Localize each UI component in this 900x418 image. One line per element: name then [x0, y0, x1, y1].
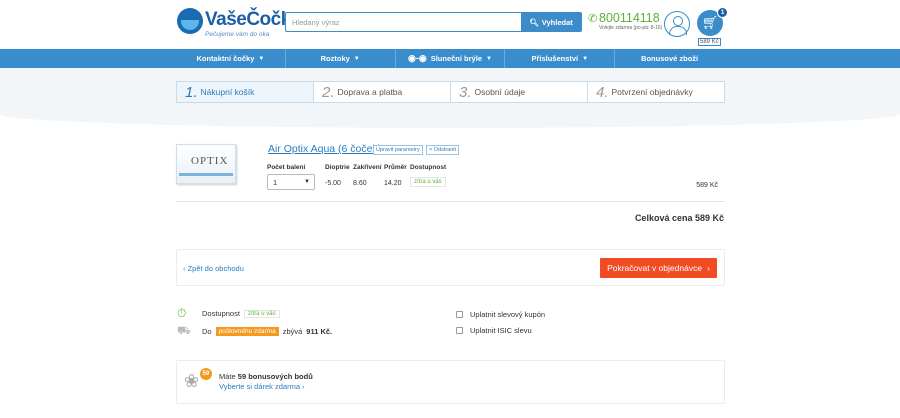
search-button-label: Vyhledat: [541, 17, 573, 27]
step-label: Doprava a platba: [337, 87, 403, 97]
step-label: Osobní údaje: [474, 87, 526, 97]
teddy-bear-icon: ❀: [184, 371, 200, 391]
availability-badge: zítra u vás: [410, 177, 446, 187]
zakriveni-label: Zakřivení: [353, 164, 382, 171]
zakriveni-value: 8.60: [353, 180, 367, 187]
free-shipping-badge: poštovného zdarma: [215, 327, 279, 336]
main-nav: Kontaktní čočky ▼ Roztoky ▼ ◉‑◉ Sluneční…: [0, 49, 900, 68]
shipping-amount: 911 Kč.: [306, 327, 333, 336]
cart-item: OPTIX Air Optix Aqua (6 čoček) Upravit p…: [176, 140, 725, 202]
availability-info-label: Dostupnost: [202, 309, 240, 318]
product-image-label: OPTIX: [191, 155, 229, 167]
product-image-stripe: [179, 173, 233, 176]
isic-checkbox[interactable]: [456, 327, 463, 334]
sunglasses-icon: ◉‑◉: [408, 53, 427, 63]
step-number: 3.: [459, 83, 472, 101]
nav-item-label: Příslušenství: [531, 54, 579, 63]
chevron-down-icon: ▼: [353, 55, 360, 62]
step-confirmation[interactable]: 4. Potvrzení objednávky: [588, 82, 724, 102]
step-personal-info[interactable]: 3. Osobní údaje: [451, 82, 588, 102]
coupon-option[interactable]: Uplatnit slevový kupón: [456, 310, 545, 319]
nav-item-solutions[interactable]: Roztoky ▼: [286, 49, 396, 68]
nav-item-bonus-goods[interactable]: Bonusové zboží: [615, 49, 724, 68]
availability-info-value: zítra u vás: [243, 309, 280, 318]
phone-icon: ✆: [588, 13, 598, 25]
nav-item-accessories[interactable]: Příslušenství ▼: [505, 49, 616, 68]
edit-parameters-button[interactable]: Upravit parametry: [373, 145, 423, 155]
cart-actions: ‹ Zpět do obchodu Pokračovat v objednávc…: [176, 249, 725, 286]
step-shipping-payment[interactable]: 2. Doprava a platba: [314, 82, 451, 102]
free-shipping-info: Do poštovného zdarma zbývá 911 Kč.: [202, 327, 332, 336]
site-logo[interactable]: VašeČočky Pečujeme vám do oka: [177, 8, 301, 42]
search-input[interactable]: [286, 13, 522, 31]
product-name-link[interactable]: Air Optix Aqua (6 čoček): [268, 143, 381, 155]
bonus-text-prefix: Máte: [219, 372, 236, 381]
quantity-label: Počet balení: [267, 164, 306, 171]
chevron-right-icon: ›: [707, 263, 710, 273]
shipping-suffix: zbývá: [282, 327, 303, 336]
search-button[interactable]: 🔍︎ Vyhledat: [521, 13, 581, 31]
availability-info: Dostupnost zítra u vás: [202, 309, 280, 318]
nav-item-label: Bonusové zboží: [641, 54, 699, 63]
truck-icon: ⛟︎: [177, 325, 191, 337]
nav-item-contact-lenses[interactable]: Kontaktní čočky ▼: [176, 49, 286, 68]
user-account-icon[interactable]: [664, 11, 690, 37]
back-to-shop-link[interactable]: ‹ Zpět do obchodu: [183, 264, 244, 273]
dioptrie-value: -5.00: [325, 180, 341, 187]
nav-item-sunglasses[interactable]: ◉‑◉ Sluneční brýle ▼: [396, 49, 506, 68]
continue-button-label: Pokračovat v objednávce: [607, 263, 703, 273]
item-price: 589 Kč: [696, 182, 718, 189]
chevron-down-icon: ▼: [304, 179, 310, 185]
prumer-label: Průměr: [384, 164, 407, 171]
coupon-label: Uplatnit slevový kupón: [470, 310, 546, 319]
step-label: Potvrzení objednávky: [611, 87, 693, 97]
remove-item-button[interactable]: × Odstranit: [426, 145, 460, 155]
step-number: 1.: [185, 83, 198, 101]
dostupnost-label: Dostupnost: [410, 164, 447, 171]
cart-count-badge: 1: [717, 7, 728, 18]
prumer-value: 14.20: [384, 180, 402, 187]
product-image[interactable]: OPTIX: [176, 144, 236, 184]
choose-gift-link[interactable]: Vyberte si dárek zdarma ›: [219, 382, 305, 391]
nav-item-label: Sluneční brýle: [430, 54, 482, 63]
continue-order-button[interactable]: Pokračovat v objednávce ›: [600, 258, 717, 278]
chevron-down-icon: ▼: [258, 55, 265, 62]
checkout-steps: 1. Nákupní košík 2. Doprava a platba 3. …: [176, 81, 725, 103]
search-box: 🔍︎ Vyhledat: [285, 12, 582, 32]
quantity-value: 1: [273, 177, 278, 187]
coupon-checkbox[interactable]: [456, 311, 463, 318]
logo-tagline: Pečujeme vám do oka: [205, 31, 270, 38]
shipping-prefix: Do: [202, 327, 212, 336]
site-header: VašeČočky Pečujeme vám do oka 🔍︎ Vyhleda…: [0, 0, 900, 49]
step-label: Nákupní košík: [200, 87, 255, 97]
bonus-text-bold: 59 bonusových bodů: [237, 372, 313, 381]
search-icon: 🔍︎: [529, 17, 539, 27]
nav-item-label: Kontaktní čočky: [196, 54, 255, 63]
step-number: 2.: [322, 83, 335, 101]
total-price: Celková cena 589 Kč: [634, 213, 724, 223]
phone-number: 800114118: [599, 11, 660, 25]
quantity-select[interactable]: 1 ▼: [267, 174, 315, 190]
bonus-text: Máte 59 bonusových bodů: [219, 372, 313, 381]
cart-price[interactable]: 589 Kč: [698, 38, 721, 46]
nav-item-label: Roztoky: [320, 54, 350, 63]
bonus-points-box: ❀ 59 Máte 59 bonusových bodů Vyberte si …: [176, 360, 725, 404]
stopwatch-icon: ⏱︎: [177, 306, 187, 320]
chevron-down-icon: ▼: [582, 55, 589, 62]
bonus-count-badge: 59: [200, 368, 212, 380]
step-number: 4.: [596, 83, 609, 101]
isic-label: Uplatnit ISIC slevu: [470, 326, 532, 335]
phone-note: Volejte zdarma (po-pá: 8-16): [599, 25, 663, 31]
step-cart[interactable]: 1. Nákupní košík: [177, 82, 314, 102]
isic-option[interactable]: Uplatnit ISIC slevu: [456, 326, 532, 335]
logo-eye-icon: [177, 8, 203, 34]
chevron-down-icon: ▼: [486, 55, 492, 62]
dioptrie-label: Dioptrie: [325, 164, 350, 171]
